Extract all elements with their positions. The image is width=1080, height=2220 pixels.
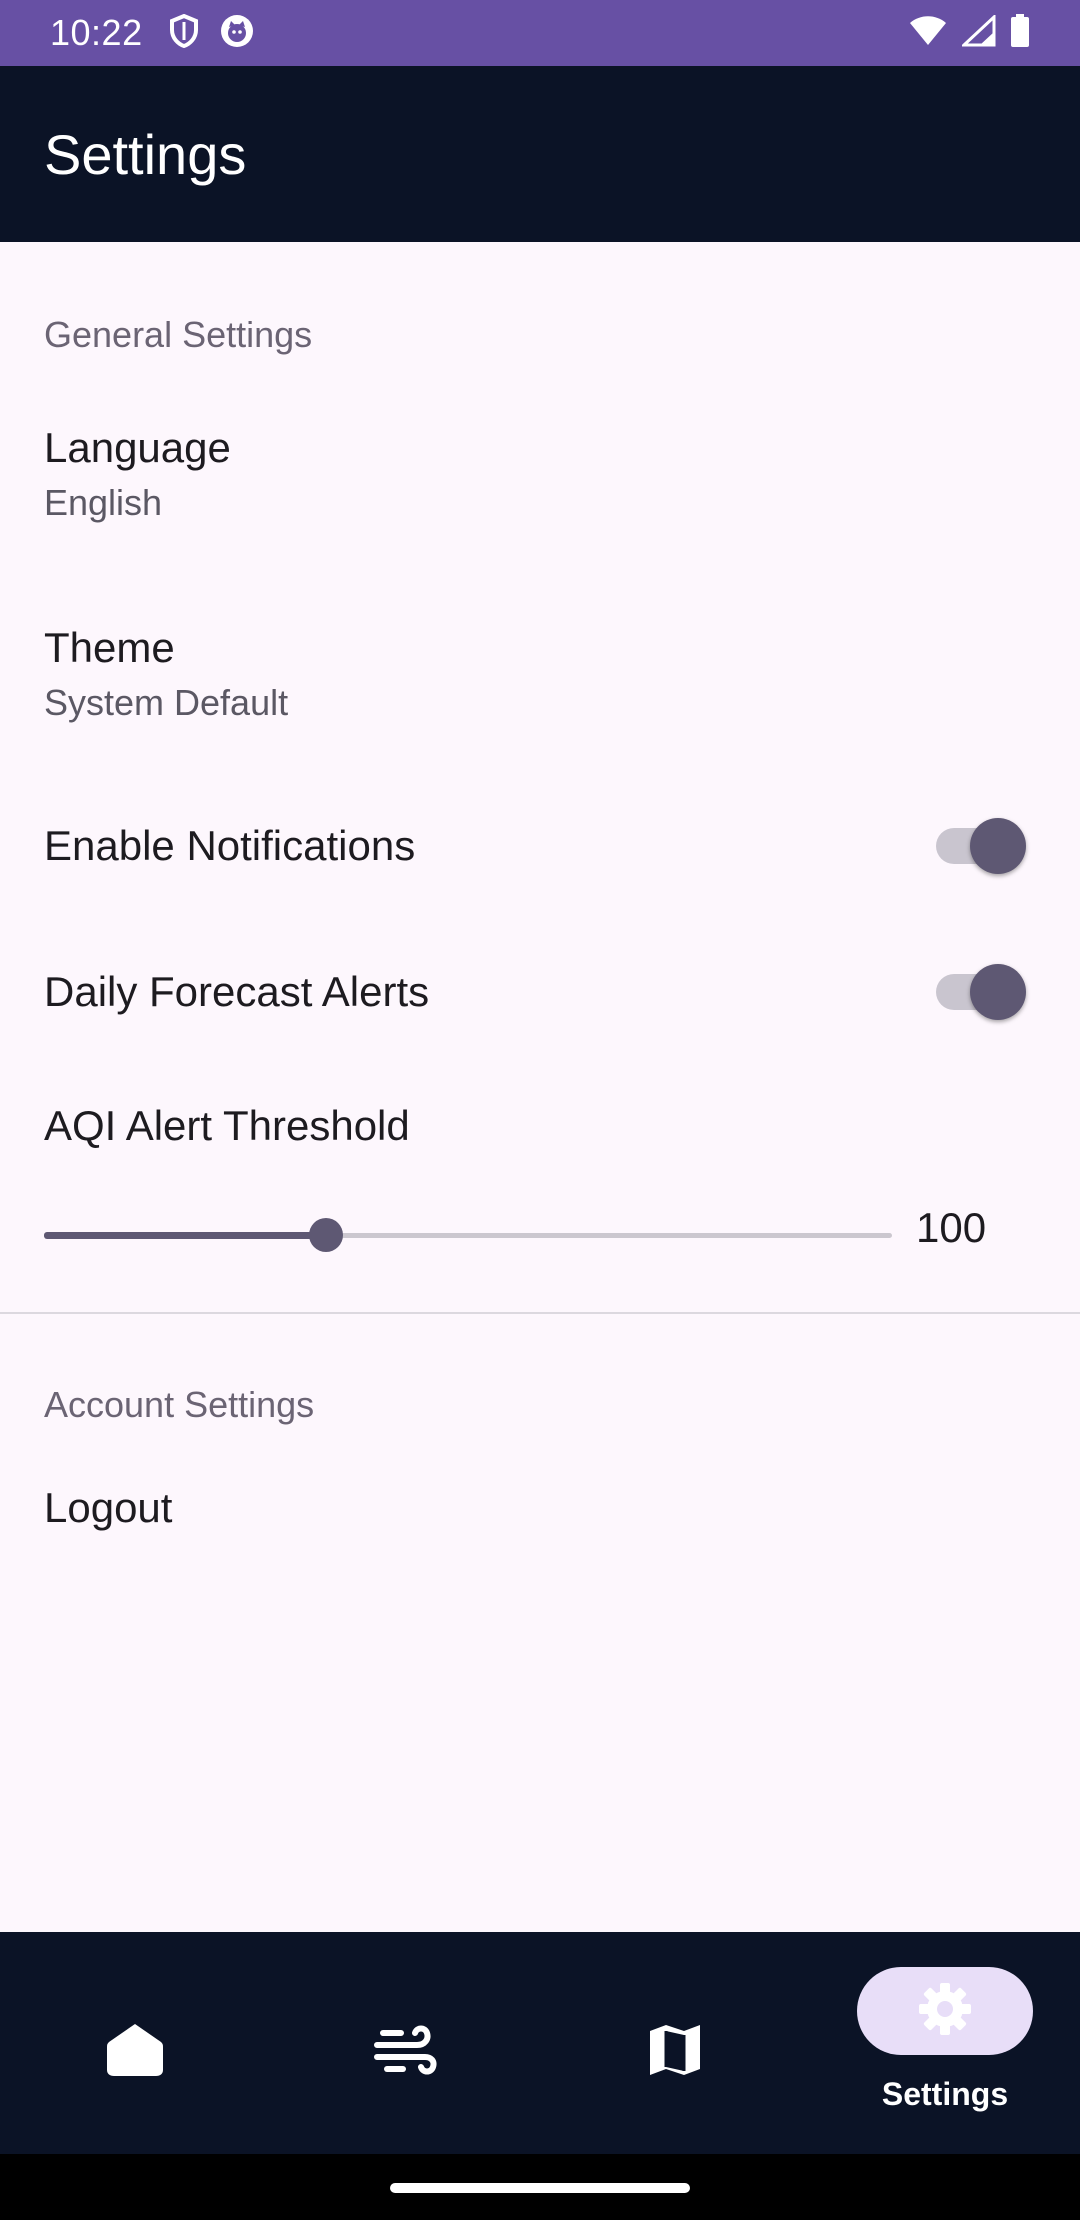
gesture-navigation-area (0, 2154, 1080, 2220)
language-title: Language (44, 424, 231, 471)
settings-list: General Settings Language English Theme … (0, 242, 1080, 1932)
aqi-threshold-title: AQI Alert Threshold (44, 1102, 410, 1149)
app-bar: Settings (0, 66, 1080, 242)
nav-item-settings[interactable]: Settings (810, 1932, 1080, 2154)
battery-icon (1010, 13, 1030, 53)
slider-active-track (44, 1232, 326, 1239)
logout-label: Logout (44, 1484, 173, 1531)
account-settings-header: Account Settings (44, 1384, 315, 1425)
aqi-threshold-slider[interactable] (44, 1215, 892, 1255)
section-divider (0, 1312, 1080, 1314)
switch-thumb (970, 964, 1026, 1020)
aqi-threshold-value: 100 (916, 1204, 987, 1251)
gear-icon (917, 1981, 973, 2042)
page-title: Settings (44, 122, 247, 186)
signal-icon (960, 13, 996, 52)
theme-title: Theme (44, 624, 175, 671)
wifi-icon (908, 15, 948, 52)
bottom-navigation: Settings (0, 1932, 1080, 2154)
daily-forecast-alerts-switch[interactable] (936, 962, 1026, 1022)
nav-item-map[interactable] (540, 1932, 810, 2154)
switch-thumb (970, 818, 1026, 874)
wind-icon (373, 2018, 437, 2082)
shield-icon (169, 13, 199, 53)
daily-forecast-alerts-title: Daily Forecast Alerts (44, 968, 430, 1015)
nav-item-air-quality[interactable] (270, 1932, 540, 2154)
logout-item[interactable]: Logout (0, 1462, 1080, 1582)
enable-notifications-switch[interactable] (936, 816, 1026, 876)
theme-value: System Default (44, 682, 289, 723)
language-value: English (44, 482, 163, 523)
daily-forecast-alerts-setting: Daily Forecast Alerts (0, 964, 1080, 1088)
status-bar: 10:22 (0, 0, 1080, 66)
general-settings-header: General Settings (44, 314, 313, 355)
theme-setting[interactable]: Theme System Default (0, 602, 1080, 777)
language-setting[interactable]: Language English (0, 402, 1080, 577)
home-gesture-handle[interactable] (390, 2183, 690, 2193)
enable-notifications-setting: Enable Notifications (0, 818, 1080, 942)
nav-active-indicator (857, 1967, 1033, 2055)
status-time: 10:22 (50, 12, 143, 53)
slider-thumb[interactable] (309, 1218, 343, 1252)
cat-face-icon (219, 13, 255, 54)
nav-item-home[interactable] (0, 1932, 270, 2154)
nav-label-settings: Settings (881, 2076, 1009, 2112)
enable-notifications-title: Enable Notifications (44, 822, 416, 869)
map-icon (643, 2018, 707, 2082)
home-icon (103, 2018, 167, 2082)
